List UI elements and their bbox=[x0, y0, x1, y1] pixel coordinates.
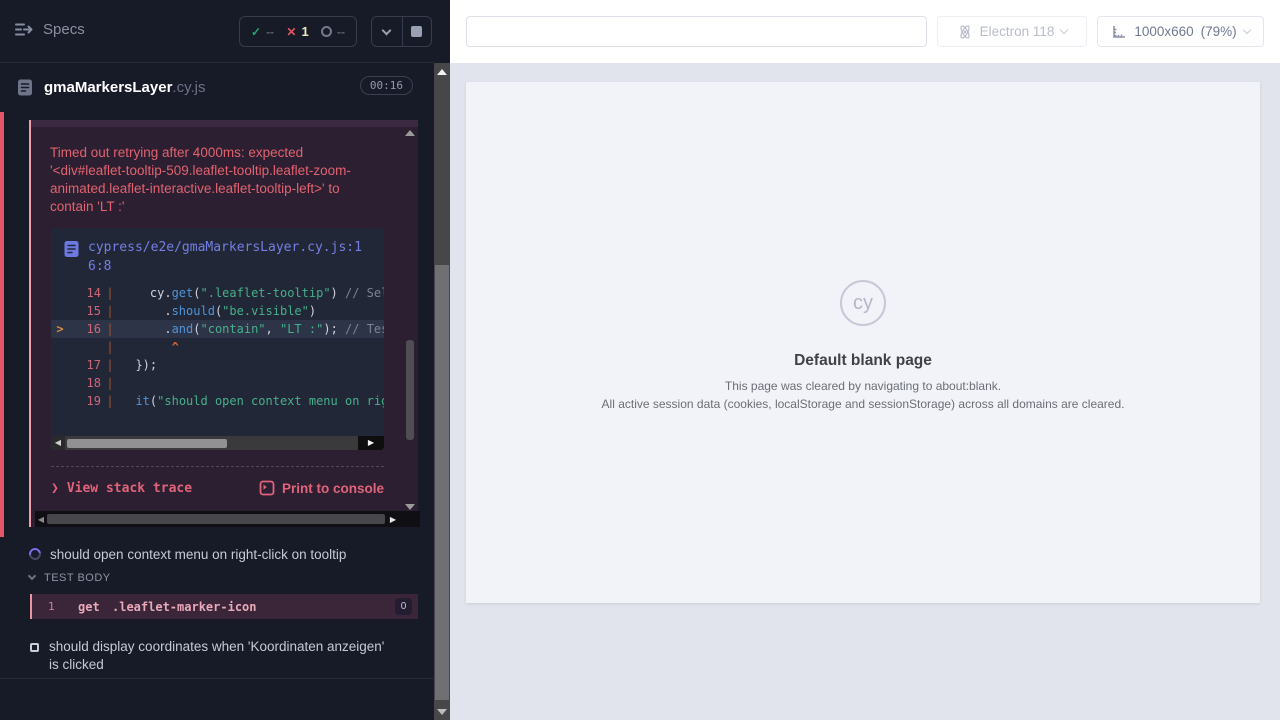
view-stack-trace-label: View stack trace bbox=[67, 481, 192, 496]
viewport-size: 1000x660 bbox=[1134, 24, 1193, 39]
error-vertical-scrollbar[interactable] bbox=[405, 130, 416, 510]
print-to-console-button[interactable]: Print to console bbox=[259, 480, 384, 496]
blank-page-description: This page was cleared by navigating to a… bbox=[725, 379, 1001, 393]
file-icon bbox=[63, 240, 80, 258]
scroll-left-arrow-icon[interactable]: ◀ bbox=[51, 436, 65, 450]
failed-count: 1 bbox=[301, 24, 308, 39]
error-message: Timed out retrying after 4000ms: expecte… bbox=[50, 144, 382, 216]
chevron-down-icon bbox=[28, 572, 36, 580]
chevron-down-icon bbox=[1060, 25, 1068, 33]
app-under-test-frame: cy Default blank page This page was clea… bbox=[466, 82, 1260, 603]
pending-ring-icon bbox=[321, 26, 332, 37]
specs-list-icon bbox=[14, 22, 34, 37]
view-stack-trace-button[interactable]: ❯ View stack trace bbox=[51, 481, 192, 496]
code-hscroll-thumb[interactable] bbox=[67, 439, 227, 448]
electron-icon bbox=[957, 24, 973, 40]
code-frame: cypress/e2e/gmaMarkersLayer.cy.js:16:8 1… bbox=[51, 228, 384, 450]
chevron-down-icon bbox=[382, 25, 392, 35]
specs-label: Specs bbox=[43, 21, 85, 38]
test-running-spinner-icon bbox=[27, 546, 44, 563]
collapse-all-button[interactable] bbox=[372, 17, 402, 46]
run-controls bbox=[371, 16, 432, 47]
spec-basename: gmaMarkersLayer bbox=[44, 79, 172, 96]
browser-selector[interactable]: Electron 118 bbox=[937, 16, 1087, 47]
test-body-toggle[interactable]: TEST BODY bbox=[29, 572, 111, 584]
scroll-down-arrow-icon[interactable] bbox=[405, 504, 415, 510]
error-footer: ❯ View stack trace Print to console bbox=[51, 480, 384, 496]
list-divider bbox=[0, 678, 434, 679]
command-number: 1 bbox=[48, 600, 78, 613]
error-file-link[interactable]: cypress/e2e/gmaMarkersLayer.cy.js:16:8 bbox=[51, 228, 384, 280]
test-body-label: TEST BODY bbox=[44, 572, 111, 584]
failed-x-icon: ✕ bbox=[286, 25, 296, 39]
spec-file-icon bbox=[16, 78, 34, 97]
test-stats: ✓ -- ✕ 1 -- bbox=[239, 16, 357, 47]
passed-count: -- bbox=[266, 25, 274, 39]
scroll-up-arrow-icon[interactable] bbox=[437, 69, 447, 75]
stat-passed: ✓ -- bbox=[251, 25, 274, 39]
test-item-queued[interactable]: should display coordinates when 'Koordin… bbox=[0, 638, 434, 674]
command-log-entry[interactable]: 1 get .leaflet-marker-icon 0 bbox=[30, 594, 418, 619]
specs-menu-button[interactable]: Specs bbox=[14, 21, 85, 38]
stack-chevron-icon: ❯ bbox=[51, 481, 59, 496]
code-line: 18| bbox=[51, 374, 384, 392]
scroll-down-arrow-icon[interactable] bbox=[437, 709, 447, 715]
browser-label: Electron 118 bbox=[980, 24, 1055, 39]
stage-header: Electron 118 1000x660 (79%) bbox=[450, 0, 1280, 63]
reporter-vscroll-thumb[interactable] bbox=[435, 265, 449, 700]
reporter-header: Specs ✓ -- ✕ 1 -- bbox=[0, 0, 434, 63]
error-panel: Timed out retrying after 4000ms: expecte… bbox=[29, 120, 418, 527]
code-line: 15| .should("be.visible") bbox=[51, 302, 384, 320]
pending-count: -- bbox=[337, 25, 345, 39]
test-title: should display coordinates when 'Koordin… bbox=[49, 638, 389, 674]
scroll-right-arrow-icon[interactable]: ▶ bbox=[358, 436, 384, 450]
blank-page-description: All active session data (cookies, localS… bbox=[602, 397, 1125, 411]
error-panel-top-strip bbox=[31, 120, 418, 127]
error-vscroll-thumb[interactable] bbox=[406, 340, 414, 440]
app-stage: Electron 118 1000x660 (79%) cy Default b… bbox=[450, 0, 1280, 720]
scroll-right-arrow-icon[interactable]: ▶ bbox=[387, 515, 399, 524]
test-title: should open context menu on right-click … bbox=[50, 547, 346, 562]
reporter-vertical-scrollbar[interactable] bbox=[434, 63, 450, 720]
test-queued-icon bbox=[30, 643, 39, 652]
viewport-scale: (79%) bbox=[1201, 24, 1237, 39]
code-line: 14| cy.get(".leaflet-tooltip") // Sele bbox=[51, 284, 384, 302]
error-file-link-text: cypress/e2e/gmaMarkersLayer.cy.js:16:8 bbox=[88, 238, 372, 276]
error-hscroll-thumb[interactable] bbox=[47, 514, 385, 524]
stat-pending: -- bbox=[321, 25, 345, 39]
scroll-up-arrow-icon[interactable] bbox=[405, 130, 415, 136]
cypress-test-runner: Specs ✓ -- ✕ 1 -- bbox=[0, 0, 1280, 720]
stop-run-button[interactable] bbox=[402, 17, 432, 46]
stop-icon bbox=[411, 26, 422, 37]
viewport-info-button[interactable]: 1000x660 (79%) bbox=[1097, 16, 1264, 47]
code-line: 17| }); bbox=[51, 356, 384, 374]
failed-test-block: Timed out retrying after 4000ms: expecte… bbox=[0, 112, 434, 537]
stat-failed: ✕ 1 bbox=[286, 24, 308, 39]
spec-row: gmaMarkersLayer.cy.js 00:16 bbox=[0, 64, 434, 110]
error-footer-divider bbox=[51, 466, 384, 467]
spec-name: gmaMarkersLayer.cy.js bbox=[44, 79, 205, 96]
scroll-left-arrow-icon[interactable]: ◀ bbox=[35, 515, 47, 524]
blank-page-title: Default blank page bbox=[794, 352, 932, 370]
reporter-panel: Specs ✓ -- ✕ 1 -- bbox=[0, 0, 450, 720]
code-line: >16| .and("contain", "LT :"); // Test bbox=[51, 320, 384, 338]
command-message: .leaflet-marker-icon bbox=[112, 600, 257, 614]
code-snippet: 14| cy.get(".leaflet-tooltip") // Sele15… bbox=[51, 284, 384, 410]
error-horizontal-scrollbar[interactable]: ◀ ▶ bbox=[35, 511, 420, 527]
passed-check-icon: ✓ bbox=[251, 25, 261, 39]
command-method: get bbox=[78, 600, 112, 614]
code-horizontal-scrollbar[interactable]: ◀ ▶ bbox=[51, 436, 384, 450]
code-line: | ^ bbox=[51, 338, 384, 356]
url-input[interactable] bbox=[466, 16, 927, 47]
cypress-logo: cy bbox=[840, 280, 886, 326]
spec-extension: .cy.js bbox=[172, 79, 205, 96]
test-item-running[interactable]: should open context menu on right-click … bbox=[0, 543, 434, 565]
code-line: 19| it("should open context menu on righ bbox=[51, 392, 384, 410]
print-to-console-label: Print to console bbox=[282, 481, 384, 496]
command-count-badge: 0 bbox=[395, 598, 412, 615]
chevron-down-icon bbox=[1242, 25, 1250, 33]
spec-duration-badge: 00:16 bbox=[360, 76, 413, 95]
ruler-icon bbox=[1111, 24, 1127, 40]
console-icon bbox=[259, 480, 275, 496]
